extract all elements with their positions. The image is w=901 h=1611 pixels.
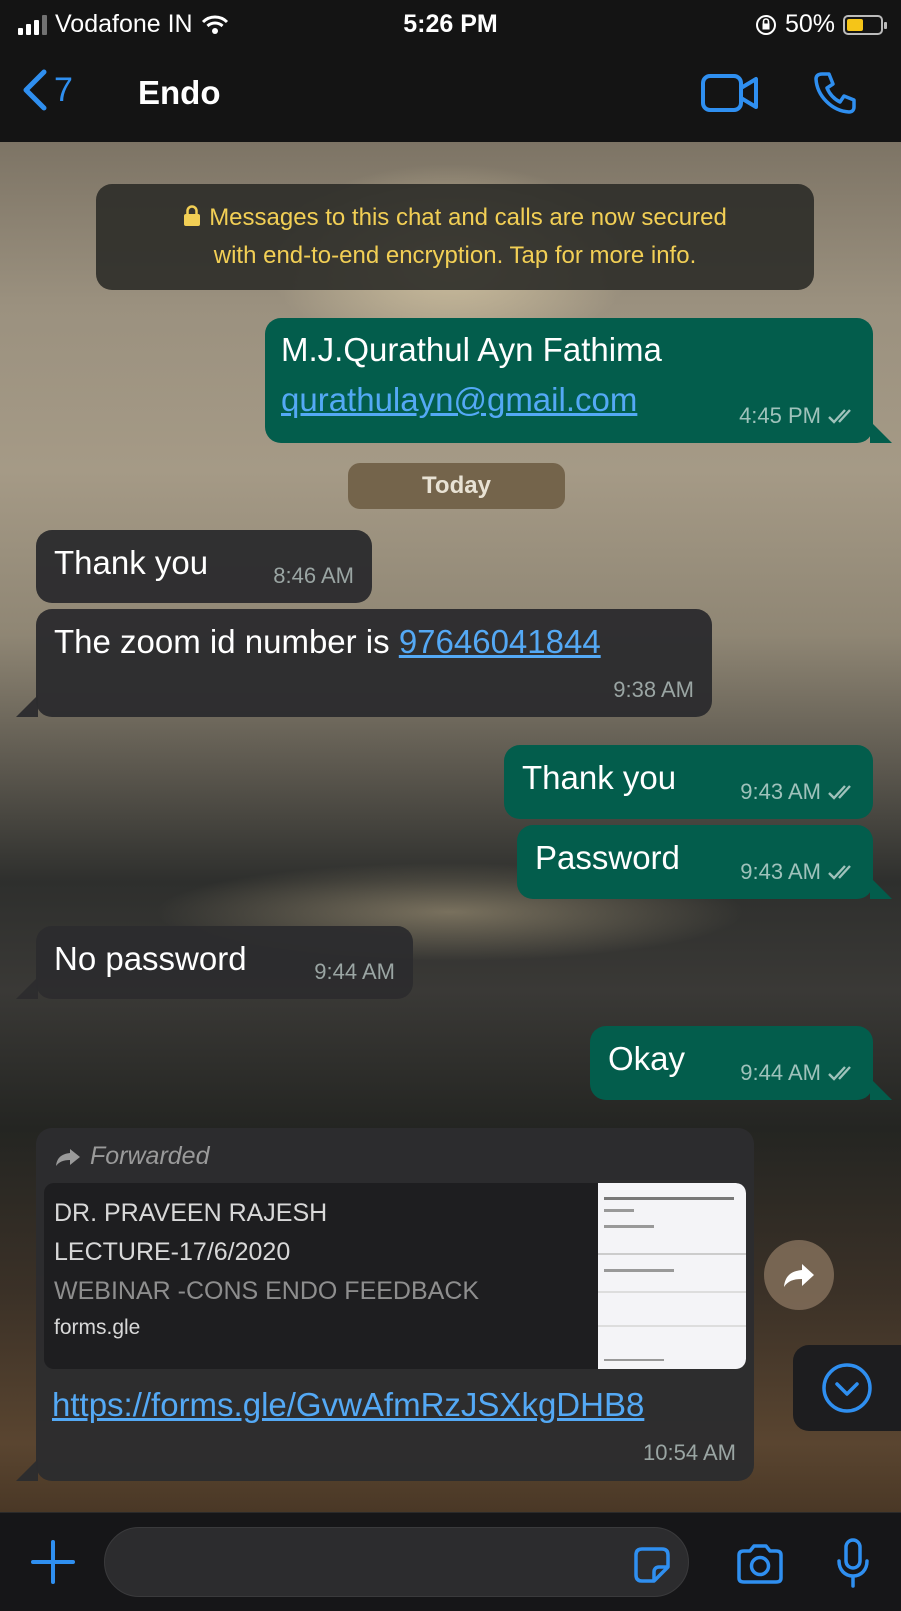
bubble-tail	[16, 977, 38, 999]
bubble-tail	[870, 421, 892, 443]
preview-domain: forms.gle	[54, 1316, 141, 1339]
link-preview[interactable]: DR. PRAVEEN RAJESH LECTURE-17/6/2020 WEB…	[44, 1183, 746, 1369]
message-text: Thank you	[54, 544, 209, 581]
message-time: 9:43 AM	[740, 859, 821, 884]
bubble-tail	[16, 1459, 38, 1481]
sticker-icon[interactable]	[632, 1545, 672, 1585]
message-text: Password	[535, 839, 680, 876]
message-time: 9:44 AM	[314, 959, 395, 984]
message-text-part: The zoom id number is	[54, 623, 399, 660]
message-time: 9:44 AM	[740, 1060, 821, 1085]
message-outgoing[interactable]: Okay 9:44 AM	[590, 1026, 873, 1100]
message-text: The zoom id number is 97646041844	[54, 623, 601, 661]
phone-icon[interactable]	[812, 70, 858, 116]
back-button[interactable]: 7	[22, 68, 73, 112]
message-meta: 9:43 AM	[740, 779, 857, 805]
share-button[interactable]	[764, 1240, 834, 1310]
message-incoming[interactable]: No password 9:44 AM	[36, 926, 413, 999]
battery-percent: 50%	[784, 10, 835, 38]
preview-title-line1: DR. PRAVEEN RAJESH	[54, 1199, 328, 1227]
battery-icon	[843, 14, 887, 35]
video-call-icon[interactable]	[700, 72, 760, 114]
chat-header: 7 Endo	[0, 50, 901, 143]
bubble-tail	[16, 695, 38, 717]
message-text: M.J.Qurathul Ayn Fathima	[281, 331, 662, 368]
message-meta: 9:43 AM	[740, 859, 857, 885]
preview-thumbnail	[598, 1183, 746, 1369]
encryption-notice[interactable]: Messages to this chat and calls are now …	[96, 184, 814, 290]
forwarded-text: Forwarded	[90, 1142, 210, 1170]
message-time: 8:46 AM	[273, 563, 354, 588]
scroll-to-bottom-button[interactable]	[793, 1345, 901, 1431]
bubble-tail	[870, 877, 892, 899]
double-check-icon	[828, 1066, 851, 1081]
composer-bar	[0, 1512, 901, 1611]
message-incoming[interactable]: The zoom id number is 97646041844 9:38 A…	[36, 609, 712, 717]
preview-description: WEBINAR -CONS ENDO FEEDBACK	[54, 1277, 480, 1305]
message-text: Okay	[608, 1040, 686, 1077]
chevron-down-circle-icon	[822, 1363, 872, 1413]
message-text: No password	[54, 940, 247, 977]
message-outgoing[interactable]: M.J.Qurathul Ayn Fathima qurathulayn@gma…	[265, 318, 873, 443]
message-text: Thank you	[522, 759, 677, 796]
chat-title[interactable]: Endo	[138, 74, 220, 112]
double-check-icon	[828, 865, 851, 880]
preview-title-line2: LECTURE-17/6/2020	[54, 1238, 291, 1266]
double-check-icon	[828, 409, 851, 424]
message-input[interactable]	[104, 1527, 689, 1597]
encryption-notice-line2: with end-to-end encryption. Tap for more…	[213, 242, 697, 269]
email-link[interactable]: qurathulayn@gmail.com	[281, 381, 637, 419]
phone-number-link[interactable]: 97646041844	[399, 623, 601, 660]
message-time: 9:43 AM	[740, 779, 821, 804]
date-separator: Today	[348, 463, 565, 509]
forwarded-label: Forwarded	[54, 1142, 210, 1171]
status-bar: Vodafone IN 5:26 PM 50%	[0, 0, 901, 50]
plus-icon[interactable]	[30, 1539, 76, 1585]
message-incoming[interactable]: Thank you 8:46 AM	[36, 530, 372, 603]
bubble-tail	[870, 1078, 892, 1100]
double-check-icon	[828, 785, 851, 800]
message-meta: 4:45 PM	[739, 403, 857, 429]
message-outgoing[interactable]: Thank you 9:43 AM	[504, 745, 873, 819]
camera-icon[interactable]	[735, 1543, 785, 1585]
unread-count: 7	[54, 70, 73, 109]
share-arrow-icon	[784, 1264, 814, 1287]
forwarded-message[interactable]: Forwarded DR. PRAVEEN RAJESH LECTURE-17/…	[36, 1128, 754, 1481]
forms-link[interactable]: https://forms.gle/GvwAfmRzJSXkgDHB8	[52, 1386, 644, 1424]
microphone-icon[interactable]	[836, 1537, 870, 1589]
message-time: 4:45 PM	[739, 403, 821, 428]
message-outgoing[interactable]: Password 9:43 AM	[517, 825, 873, 899]
message-time: 9:38 AM	[613, 677, 694, 702]
rotation-lock-icon	[755, 14, 776, 35]
status-right: 50%	[755, 10, 887, 39]
chat-screen: Vodafone IN 5:26 PM 50% 7 Endo Messages …	[0, 0, 901, 1611]
forward-arrow-icon	[56, 1148, 80, 1166]
message-meta: 9:44 AM	[740, 1060, 857, 1086]
message-time: 10:54 AM	[643, 1440, 736, 1465]
encryption-notice-line1: Messages to this chat and calls are now …	[209, 204, 727, 231]
chevron-left-icon	[23, 69, 47, 111]
lock-icon	[184, 205, 201, 226]
